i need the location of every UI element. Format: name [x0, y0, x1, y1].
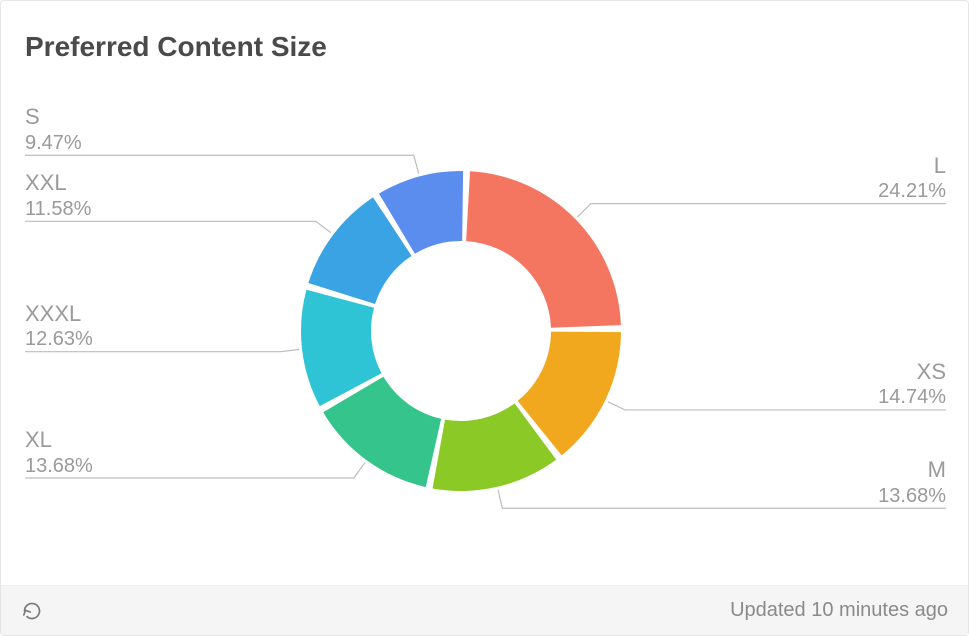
- label-pct: 14.74%: [878, 385, 946, 410]
- donut-slices: [301, 171, 621, 491]
- label-name: XXL: [25, 169, 91, 197]
- label-xxl: XXL11.58%: [25, 169, 91, 222]
- refresh-button[interactable]: [21, 600, 43, 622]
- label-pct: 9.47%: [25, 131, 82, 156]
- label-pct: 12.63%: [25, 327, 93, 352]
- card-footer: Updated 10 minutes ago: [1, 585, 968, 635]
- label-pct: 11.58%: [25, 197, 91, 222]
- leader-l: [577, 204, 946, 217]
- leader-xxl: [25, 221, 331, 232]
- label-name: XXXL: [25, 300, 93, 328]
- label-xl: XL13.68%: [25, 426, 93, 479]
- label-l: L24.21%: [878, 152, 946, 205]
- label-pct: 24.21%: [878, 179, 946, 204]
- donut-chart: L24.21%XS14.74%M13.68%XL13.68%XXXL12.63%…: [1, 71, 969, 581]
- label-name: S: [25, 103, 82, 131]
- label-name: L: [878, 152, 946, 180]
- label-s: S9.47%: [25, 103, 82, 156]
- label-name: XL: [25, 426, 93, 454]
- chart-card: Preferred Content Size L24.21%XS14.74%M1…: [0, 0, 969, 636]
- label-name: XS: [878, 358, 946, 386]
- chart-title: Preferred Content Size: [25, 31, 327, 63]
- label-xs: XS14.74%: [878, 358, 946, 411]
- label-m: M13.68%: [878, 456, 946, 509]
- label-name: M: [878, 456, 946, 484]
- slice-l[interactable]: [466, 171, 621, 327]
- updated-label: Updated 10 minutes ago: [730, 599, 948, 622]
- donut-svg: [1, 71, 969, 581]
- refresh-icon: [22, 601, 42, 621]
- label-pct: 13.68%: [878, 484, 946, 509]
- label-xxxl: XXXL12.63%: [25, 300, 93, 353]
- label-pct: 13.68%: [25, 454, 93, 479]
